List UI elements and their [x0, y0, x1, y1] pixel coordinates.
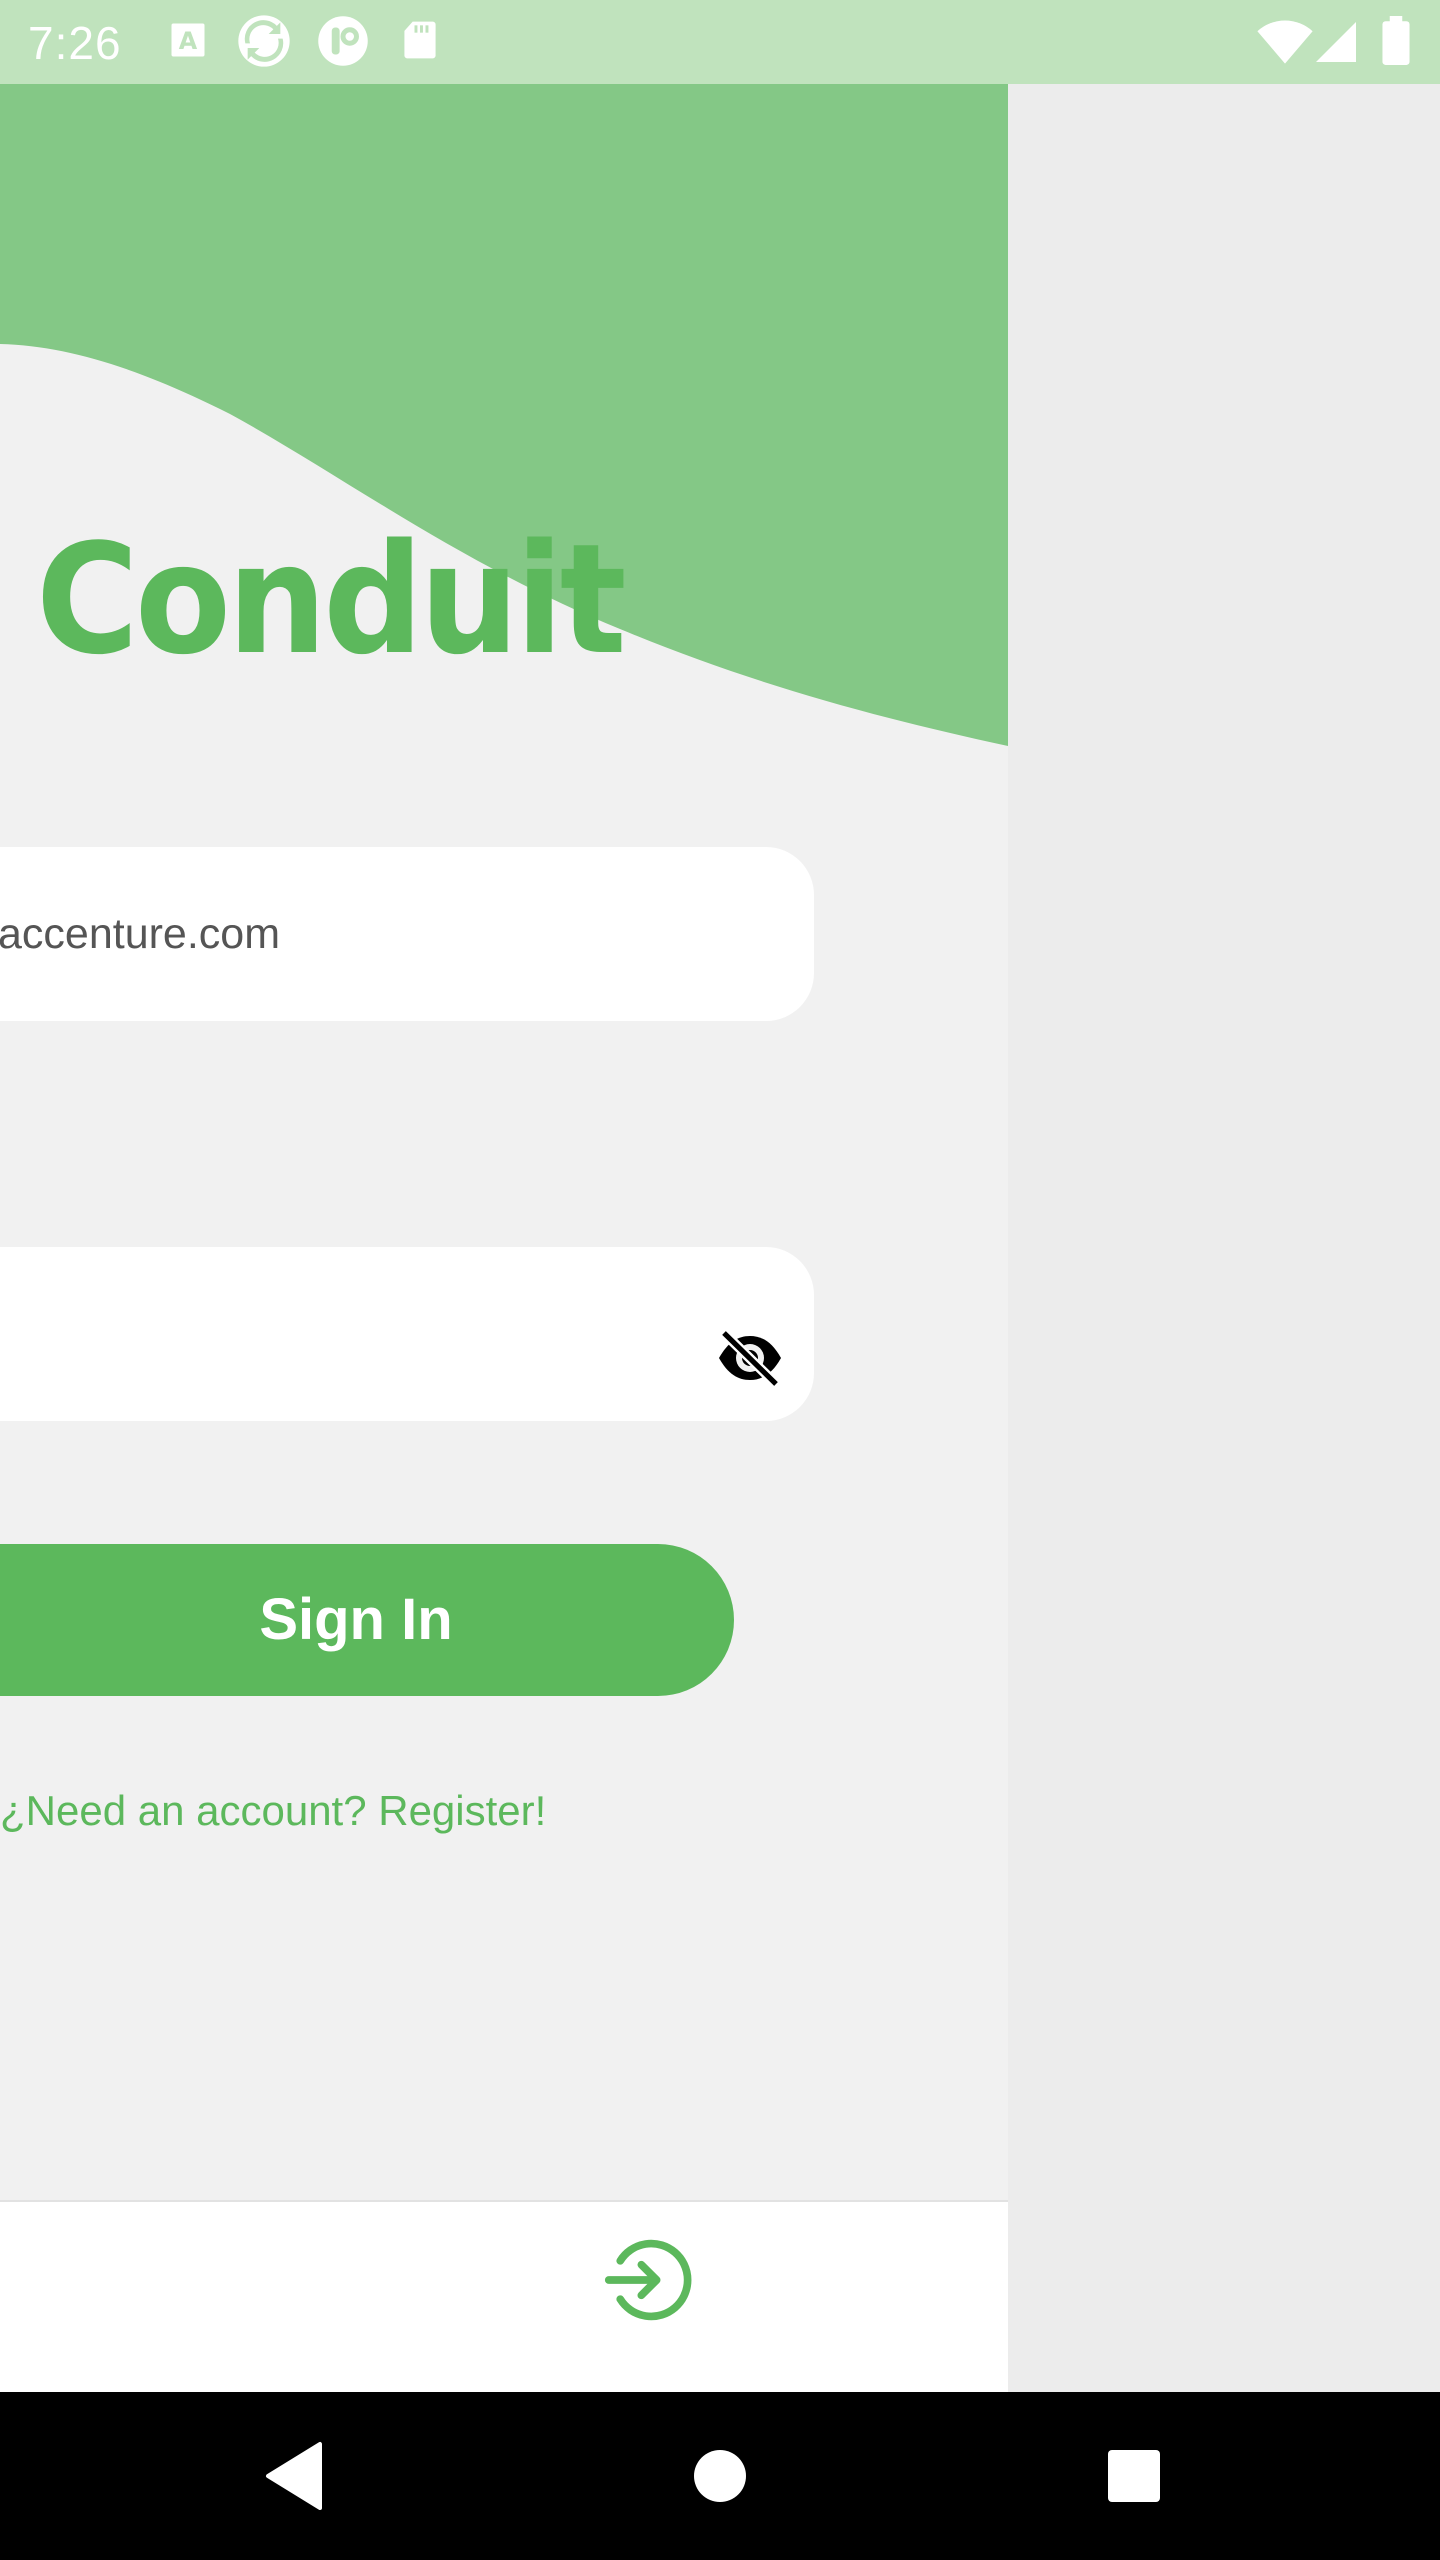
- a-notification-icon: A: [166, 18, 210, 62]
- email-field-value: accenture.com: [0, 910, 281, 958]
- svg-text:A: A: [179, 27, 198, 55]
- app-logo-title: Conduit: [36, 511, 627, 688]
- back-icon[interactable]: [256, 2436, 336, 2516]
- login-screen: Conduit accenture.com Sign In ¿Need an a…: [0, 84, 1008, 2392]
- wifi-icon: [1256, 18, 1314, 66]
- battery-icon: [1380, 16, 1412, 66]
- email-field[interactable]: accenture.com: [0, 847, 814, 1021]
- recents-icon[interactable]: [1094, 2436, 1174, 2516]
- sign-in-button[interactable]: Sign In: [0, 1544, 734, 1696]
- status-time: 7:26: [28, 17, 122, 69]
- register-link[interactable]: ¿Need an account? Register!: [0, 1787, 546, 1835]
- signal-icon: [1312, 18, 1360, 66]
- bottom-navigation: [0, 2200, 1008, 2392]
- power-app-icon: [316, 14, 370, 68]
- system-nav-bar: [0, 2392, 1440, 2560]
- login-icon[interactable]: [603, 2234, 695, 2326]
- sync-app-icon: [236, 13, 292, 69]
- password-field[interactable]: [0, 1247, 814, 1421]
- home-icon[interactable]: [680, 2436, 760, 2516]
- visibility-off-icon[interactable]: [716, 1328, 784, 1388]
- sd-card-icon: [398, 18, 442, 62]
- status-bar: 7:26 A: [0, 0, 1440, 84]
